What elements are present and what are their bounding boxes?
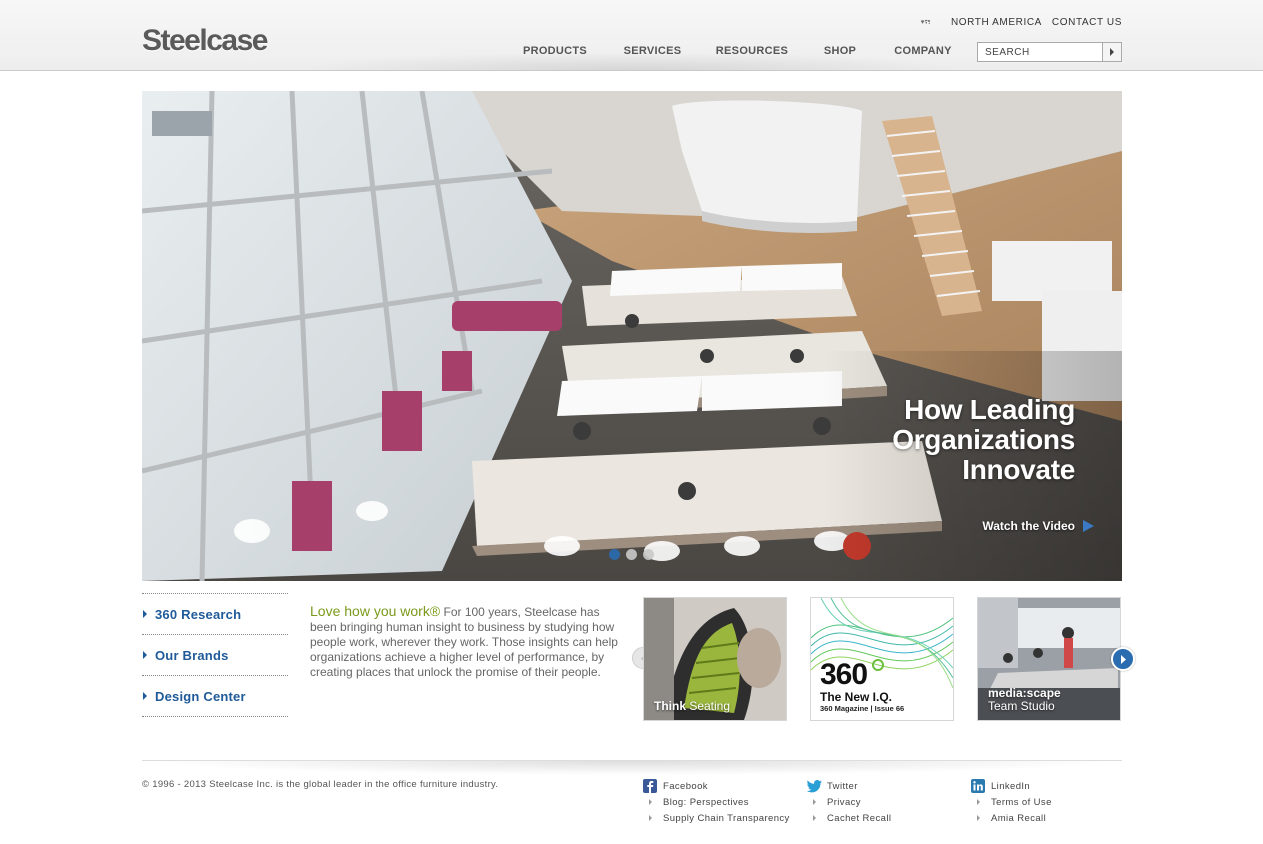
arrow-right-icon <box>649 815 652 821</box>
intro-text: Love how you work® For 100 years, Steelc… <box>310 604 620 680</box>
side-link-label: Design Center <box>155 688 246 704</box>
tile-mediascape[interactable]: media:scape Team Studio <box>977 597 1121 721</box>
feature-carousel: Think Seating 360 The New I.Q. 360 Magaz… <box>632 597 1135 721</box>
arrow-right-icon <box>813 799 816 805</box>
arrow-right-icon <box>977 799 980 805</box>
footer-col-2: Twitter Privacy Cachet Recall <box>807 778 967 826</box>
arrow-right-icon <box>143 692 147 700</box>
search-input[interactable] <box>978 43 1103 61</box>
footer-link-supply-chain[interactable]: Supply Chain Transparency <box>643 810 803 826</box>
footer-link-label: Blog: Perspectives <box>663 796 749 808</box>
tile-360-magazine[interactable]: 360 The New I.Q. 360 Magazine | Issue 66 <box>810 597 954 721</box>
footer-link-privacy[interactable]: Privacy <box>807 794 967 810</box>
watch-video-label: Watch the Video <box>982 519 1075 533</box>
search-box <box>977 42 1122 62</box>
footer-link-label: Cachet Recall <box>827 812 892 824</box>
arrow-right-icon <box>143 651 147 659</box>
nav-services[interactable]: SERVICES <box>604 45 701 59</box>
nav-products[interactable]: PRODUCTS <box>506 45 604 59</box>
arrow-right-icon <box>813 815 816 821</box>
side-link-label: 360 Research <box>155 606 242 622</box>
world-map-icon <box>920 19 931 24</box>
side-link-design-center[interactable]: Design Center <box>142 675 288 717</box>
side-link-our-brands[interactable]: Our Brands <box>142 634 288 675</box>
footer-link-twitter[interactable]: Twitter <box>807 778 967 794</box>
hero-office-photo <box>142 91 1122 581</box>
watch-video-link[interactable]: Watch the Video <box>982 519 1094 533</box>
side-links: 360 Research Our Brands Design Center <box>142 593 288 717</box>
nav-shop[interactable]: SHOP <box>803 45 877 59</box>
footer-link-label: Privacy <box>827 796 861 808</box>
steelcase-logo[interactable]: Steelcase <box>142 24 268 58</box>
magazine-title: The New I.Q. <box>820 690 893 704</box>
tile-label-bold: Think <box>654 699 686 713</box>
footer-divider <box>142 760 1122 775</box>
chevron-right-icon <box>1120 654 1126 664</box>
twitter-icon <box>807 779 822 792</box>
footer-col-3: LinkedIn Terms of Use Amia Recall <box>971 778 1131 826</box>
contact-us-link[interactable]: CONTACT US <box>1052 17 1122 28</box>
footer-link-terms[interactable]: Terms of Use <box>971 794 1131 810</box>
nav-resources[interactable]: RESOURCES <box>701 45 803 59</box>
carousel-next-button[interactable] <box>1111 647 1135 671</box>
footer-link-label: Twitter <box>827 780 858 792</box>
tile-think-seating[interactable]: Think Seating <box>643 597 787 721</box>
hero-headline-line3: Innovate <box>962 454 1075 485</box>
hero-banner[interactable]: How Leading Organizations Innovate Watch… <box>142 91 1122 581</box>
arrow-right-icon <box>649 799 652 805</box>
arrow-right-icon <box>977 815 980 821</box>
footer-link-label: LinkedIn <box>991 780 1031 792</box>
slide-dot-2[interactable] <box>626 549 637 560</box>
slide-indicators <box>609 549 654 560</box>
footer-link-label: Terms of Use <box>991 796 1052 808</box>
main-nav: PRODUCTS SERVICES RESOURCES SHOP COMPANY <box>506 45 969 59</box>
arrow-right-icon <box>143 610 147 618</box>
footer-link-label: Amia Recall <box>991 812 1047 824</box>
slide-dot-3[interactable] <box>643 549 654 560</box>
side-link-label: Our Brands <box>155 647 229 663</box>
tile-label: media:scape Team Studio <box>988 687 1061 713</box>
footer-link-facebook[interactable]: Facebook <box>643 778 803 794</box>
linkedin-icon <box>971 779 985 793</box>
footer-link-blog[interactable]: Blog: Perspectives <box>643 794 803 810</box>
footer-link-label: Supply Chain Transparency <box>663 812 790 824</box>
play-arrow-icon <box>1083 520 1094 532</box>
tile-label: Think Seating <box>654 699 730 713</box>
utility-bar: NORTH AMERICA CONTACT US <box>920 14 1122 30</box>
footer-link-linkedin[interactable]: LinkedIn <box>971 778 1131 794</box>
footer-link-amia-recall[interactable]: Amia Recall <box>971 810 1131 826</box>
tile-label-rest: Seating <box>686 699 731 713</box>
nav-company[interactable]: COMPANY <box>877 45 969 59</box>
tile-label-line2: Team Studio <box>988 699 1055 713</box>
footer-link-label: Facebook <box>663 780 708 792</box>
region-link[interactable]: NORTH AMERICA <box>951 17 1042 28</box>
side-link-360-research[interactable]: 360 Research <box>142 593 288 634</box>
slide-dot-1[interactable] <box>609 549 620 560</box>
hero-headline-line2: Organizations <box>892 424 1075 455</box>
arrow-right-icon <box>1110 48 1114 56</box>
facebook-icon <box>643 779 657 793</box>
hero-headline: How Leading Organizations Innovate <box>775 395 1075 485</box>
footer-col-1: Facebook Blog: Perspectives Supply Chain… <box>643 778 803 826</box>
footer-link-cachet-recall[interactable]: Cachet Recall <box>807 810 967 826</box>
magazine-issue: 360 Magazine | Issue 66 <box>820 704 905 713</box>
tagline: Love how you work® <box>310 603 441 619</box>
copyright-text: © 1996 - 2013 Steelcase Inc. is the glob… <box>142 779 499 790</box>
search-submit-button[interactable] <box>1102 43 1121 61</box>
magazine-360-number: 360 <box>820 658 868 691</box>
hero-headline-line1: How Leading <box>904 394 1075 425</box>
